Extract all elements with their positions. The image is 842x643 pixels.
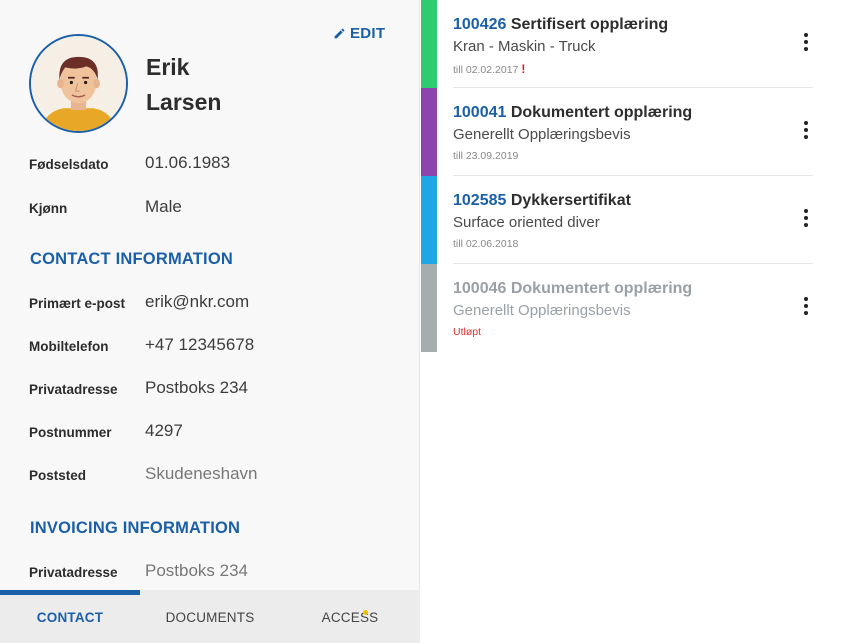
document-title: 100426 Sertifisert opplæring (453, 16, 668, 34)
document-date: till 02.06.2018 (453, 238, 518, 250)
field-row-birthdate: Fødselsdato 01.06.1983 (0, 151, 420, 181)
field-label: Privatadresse (29, 565, 118, 580)
notification-dot-icon (363, 609, 368, 615)
field-row-email: Primært e-post erik@nkr.com (0, 290, 420, 320)
field-value[interactable]: +47 12345678 (145, 335, 254, 355)
field-label: Poststed (29, 468, 87, 483)
profile-name: Erik Larsen (146, 50, 266, 120)
field-value: 4297 (145, 421, 183, 440)
status-stripe (421, 88, 437, 176)
document-card-expired[interactable]: 100046 Dokumentert opplæring Generellt O… (421, 264, 813, 352)
expiry-date: till 02.06.2018 (453, 238, 519, 250)
document-subtitle: Kran - Maskin - Truck (453, 38, 596, 55)
field-label: Postnummer (29, 425, 112, 440)
document-title: 102585 Dykkersertifikat (453, 192, 631, 210)
field-value: Postboks 234 (145, 378, 249, 397)
field-row-address: Privatadresse Postboks 234 (0, 376, 420, 406)
warning-icon: ! (521, 62, 526, 76)
field-value: 01.06.1983 (145, 153, 231, 172)
invoicing-heading: INVOICING INFORMATION (30, 519, 241, 537)
tab-label: DOCUMENTS (165, 610, 255, 625)
contact-heading: CONTACT INFORMATION (30, 250, 233, 268)
field-label: Primært e-post (29, 296, 126, 311)
document-date: till 23.09.2019 (453, 150, 518, 162)
profile-panel: EDIT Erik Larsen Fødselsdato 01.06.1983 … (0, 0, 420, 643)
last-name: Larsen (146, 89, 222, 115)
document-name: Dokumentert opplæring (510, 104, 693, 121)
more-options-icon[interactable] (799, 33, 813, 55)
more-options-icon[interactable] (799, 297, 813, 319)
field-row-mobile: Mobiltelefon +47 12345678 (0, 333, 420, 363)
avatar-illustration (31, 36, 126, 131)
document-card[interactable]: 102585 Dykkersertifikat Surface oriented… (421, 176, 813, 264)
document-number: 100046 (453, 280, 507, 297)
field-row-city: Poststed Skudeneshavn (0, 462, 420, 492)
documents-panel: 100426 Sertifisert opplæring Kran - Mask… (421, 0, 842, 643)
document-date: till 02.02.2017 ! (453, 62, 525, 76)
field-value: Skudeneshavn (145, 464, 258, 483)
document-number: 102585 (453, 192, 507, 209)
document-name: Sertifisert opplæring (510, 16, 669, 33)
tab-label: ACCESS (321, 610, 379, 625)
document-subtitle: Generellt Opplæringsbevis (453, 126, 631, 143)
field-row-invoice-address: Privatadresse Postboks 234 (0, 559, 420, 589)
bottom-tab-bar: CONTACT DOCUMENTS ACCESS (0, 590, 420, 643)
field-row-postcode: Postnummer 4297 (0, 419, 420, 449)
avatar[interactable] (29, 34, 128, 133)
document-name: Dykkersertifikat (510, 192, 631, 209)
expiry-status: Utløpt (453, 326, 482, 338)
document-number: 100041 (453, 104, 507, 121)
document-card[interactable]: 100426 Sertifisert opplæring Kran - Mask… (421, 0, 813, 88)
field-label: Kjønn (29, 201, 68, 216)
edit-label: EDIT (350, 24, 386, 42)
status-stripe (421, 264, 437, 352)
document-title: 100041 Dokumentert opplæring (453, 104, 692, 122)
field-label: Mobiltelefon (29, 339, 109, 354)
document-number: 100426 (453, 16, 507, 33)
tab-access[interactable]: ACCESS (280, 590, 420, 643)
document-name: Dokumentert opplæring (510, 280, 693, 297)
document-subtitle: Surface oriented diver (453, 214, 600, 231)
more-options-icon[interactable] (799, 209, 813, 231)
first-name: Erik (146, 54, 190, 80)
tab-contact[interactable]: CONTACT (0, 590, 140, 643)
more-options-icon[interactable] (799, 121, 813, 143)
expired-label: Utløpt (453, 326, 481, 338)
expiry-date: till 02.02.2017 (453, 64, 519, 76)
field-label: Fødselsdato (29, 157, 109, 172)
expiry-date: till 23.09.2019 (453, 150, 519, 162)
tab-label: CONTACT (36, 610, 104, 625)
edit-button[interactable]: EDIT (333, 22, 385, 44)
pencil-icon (334, 28, 345, 38)
field-value: Male (145, 197, 182, 216)
document-title: 100046 Dokumentert opplæring (453, 280, 692, 298)
field-value[interactable]: erik@nkr.com (145, 292, 249, 312)
field-label: Privatadresse (29, 382, 118, 397)
status-stripe (421, 0, 437, 88)
field-row-gender: Kjønn Male (0, 195, 420, 225)
document-subtitle: Generellt Opplæringsbevis (453, 302, 631, 319)
document-card[interactable]: 100041 Dokumentert opplæring Generellt O… (421, 88, 813, 176)
status-stripe (421, 176, 437, 264)
field-value: Postboks 234 (145, 561, 249, 580)
tab-documents[interactable]: DOCUMENTS (140, 590, 280, 643)
